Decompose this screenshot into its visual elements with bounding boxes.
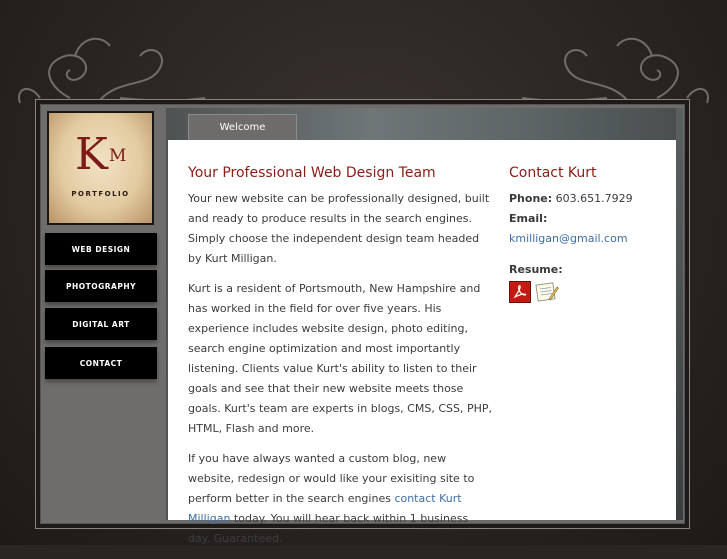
cta-text-after: today. You will hear back within 1 busin…: [188, 512, 469, 545]
resume-label: Resume:: [509, 263, 563, 276]
tab-welcome[interactable]: Welcome: [188, 114, 297, 140]
km-portfolio-logo[interactable]: K M PORTFOLIO: [47, 111, 154, 225]
logo-subtitle: PORTFOLIO: [71, 190, 130, 198]
contact-heading: Contact Kurt: [509, 165, 597, 181]
email-line: Email: kmilligan@gmail.com: [509, 209, 669, 249]
content-panel: Your Professional Web Design Team Your n…: [168, 140, 676, 545]
email-link[interactable]: kmilligan@gmail.com: [509, 232, 628, 245]
logo-letter-k: K: [75, 129, 108, 180]
content-right-border: [676, 108, 683, 520]
main-heading: Your Professional Web Design Team: [188, 165, 436, 181]
nav-item-digital-art[interactable]: DIGITAL ART: [45, 308, 157, 340]
nav-item-photography[interactable]: PHOTOGRAPHY: [45, 270, 157, 302]
phone-label: Phone:: [509, 192, 553, 205]
intro-paragraph: Your new website can be professionally d…: [188, 192, 490, 265]
contact-column: Contact Kurt Phone: 603.651.7929 Email: …: [509, 164, 669, 303]
about-paragraph: Kurt is a resident of Portsmouth, New Ha…: [188, 282, 492, 435]
logo-letter-m: M: [109, 146, 127, 166]
phone-line: Phone: 603.651.7929: [509, 189, 669, 209]
notepad-icon[interactable]: [535, 281, 559, 303]
nav-item-contact[interactable]: CONTACT: [45, 347, 157, 379]
email-label: Email:: [509, 212, 548, 225]
resume-icons: [509, 281, 669, 303]
phone-value: 603.651.7929: [555, 192, 633, 205]
ornament-right: [521, 37, 709, 104]
main-column: Your Professional Web Design Team Your n…: [188, 164, 493, 559]
ornament-left: [18, 37, 206, 104]
nav-item-web-design[interactable]: WEB DESIGN: [45, 233, 157, 265]
cta-paragraph: If you have always wanted a custom blog,…: [188, 449, 493, 549]
pdf-glyph: [513, 285, 527, 299]
pdf-icon[interactable]: [509, 281, 531, 303]
